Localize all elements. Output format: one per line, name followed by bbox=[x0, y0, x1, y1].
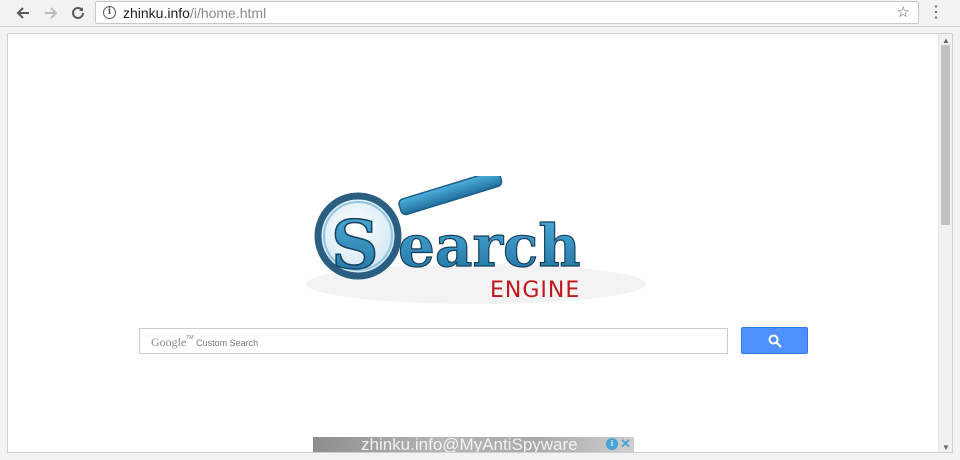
reload-icon bbox=[72, 6, 84, 19]
info-icon[interactable]: i bbox=[103, 6, 116, 19]
ad-close-icon[interactable]: ✕ bbox=[620, 436, 631, 452]
search-button[interactable] bbox=[741, 327, 808, 354]
ad-banner[interactable]: zhinku.info@MyAntiSpyware i ✕ bbox=[313, 435, 634, 453]
arrow-left-icon bbox=[16, 7, 29, 19]
browser-toolbar: i zhinku.info/i/home.html ☆ ⋮ bbox=[0, 0, 960, 27]
back-button[interactable] bbox=[12, 3, 34, 23]
scroll-down-icon[interactable]: ▼ bbox=[942, 443, 950, 452]
logo-initial: S bbox=[331, 206, 379, 284]
scroll-thumb[interactable] bbox=[941, 45, 950, 225]
search-placeholder: GoogleTM Custom Search bbox=[151, 335, 258, 350]
url-path: /i/home.html bbox=[189, 5, 267, 21]
vertical-scrollbar[interactable]: ▲ ▼ bbox=[938, 34, 952, 452]
reload-button[interactable] bbox=[67, 3, 89, 23]
forward-button[interactable] bbox=[40, 3, 62, 23]
kebab-menu-icon[interactable]: ⋮ bbox=[928, 3, 944, 23]
google-brand: Google bbox=[151, 335, 187, 349]
page-viewport: S earch ENGINE GoogleTM Custom Search zh… bbox=[7, 33, 953, 453]
browser-window: i zhinku.info/i/home.html ☆ ⋮ S earch EN… bbox=[0, 0, 960, 460]
logo-word: earch bbox=[398, 212, 581, 280]
scroll-up-icon[interactable]: ▲ bbox=[942, 36, 950, 45]
star-icon[interactable]: ☆ bbox=[897, 3, 910, 21]
search-icon bbox=[768, 334, 782, 348]
watermark-text: zhinku.info@MyAntiSpyware bbox=[361, 435, 578, 453]
arrow-right-icon bbox=[45, 7, 58, 19]
trademark-mark: TM bbox=[186, 335, 194, 341]
logo-subtitle: ENGINE bbox=[490, 278, 580, 303]
custom-search-label: Custom Search bbox=[196, 338, 259, 348]
url-text[interactable]: zhinku.info/i/home.html bbox=[123, 5, 266, 21]
search-engine-logo: S earch ENGINE bbox=[306, 176, 646, 304]
url-host: zhinku.info bbox=[123, 5, 190, 21]
ad-choices-icon[interactable]: i bbox=[606, 438, 618, 450]
search-input[interactable]: GoogleTM Custom Search bbox=[139, 328, 728, 354]
address-bar[interactable]: i zhinku.info/i/home.html ☆ bbox=[95, 1, 919, 24]
